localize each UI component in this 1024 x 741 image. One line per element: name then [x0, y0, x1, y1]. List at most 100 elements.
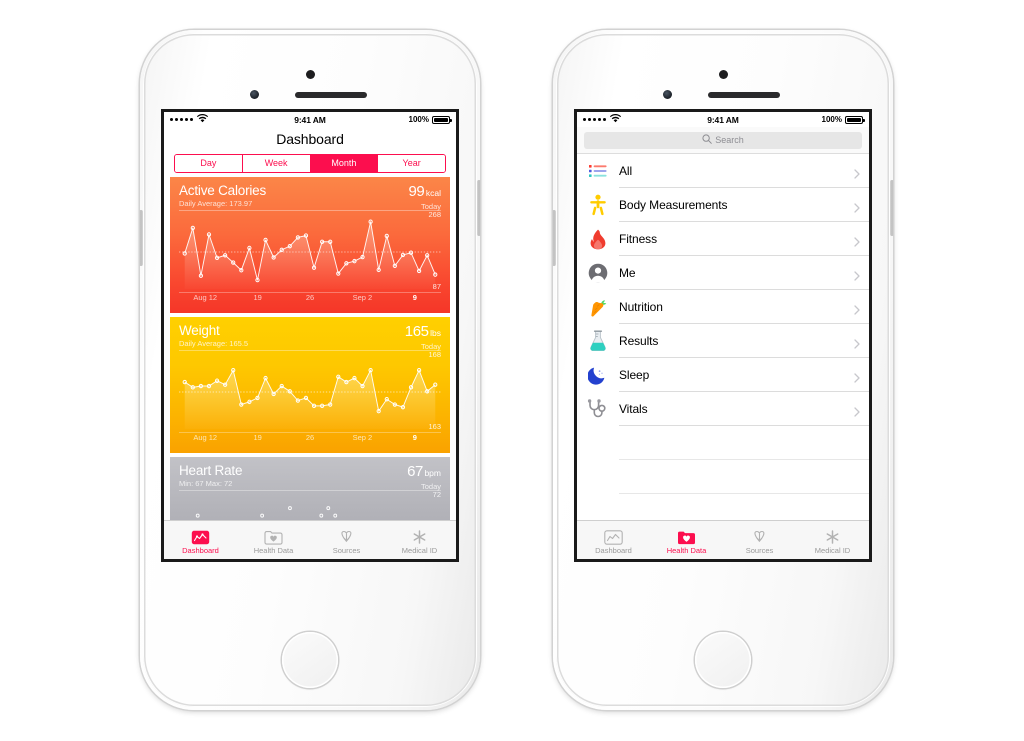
chart-y-min: 87: [432, 282, 441, 291]
chart-y-max: 268: [428, 210, 441, 219]
list-item-empty: [577, 494, 869, 520]
power-button-left[interactable]: [477, 180, 481, 236]
tab-label: Health Data: [253, 545, 294, 555]
proximity-sensor-icon: [250, 90, 259, 99]
status-bar-left: 9:41 AM 100%: [164, 112, 456, 127]
calories-line-svg: [179, 219, 441, 289]
tab-label: Medical ID: [814, 545, 851, 555]
status-bar-right: 9:41 AM 100%: [577, 112, 869, 127]
chart-weight: 168 163: [179, 350, 441, 433]
tab-label: Dashboard: [595, 545, 632, 555]
list-item-results[interactable]: Results: [577, 324, 869, 358]
chevron-right-icon: [854, 302, 860, 315]
flask-icon: [585, 328, 611, 354]
list-item-body-measurements[interactable]: Body Measurements: [577, 188, 869, 222]
earpiece-speaker-icon: [708, 92, 780, 98]
tab-medical-id[interactable]: Medical ID: [383, 521, 456, 559]
x-label: Aug 12: [193, 293, 218, 302]
list-item-sleep[interactable]: Sleep: [577, 358, 869, 392]
card-header-heart: Heart Rate Min: 67 Max: 72 67 bpm Today: [170, 457, 450, 491]
home-button-left[interactable]: [282, 632, 338, 688]
tab-dashboard[interactable]: Dashboard: [164, 521, 237, 559]
card-value: 67: [407, 463, 423, 480]
card-title: Heart Rate: [179, 463, 243, 478]
list-item-empty: [577, 460, 869, 494]
chart-y-max: 72: [432, 490, 441, 499]
list-item-label: Me: [619, 266, 636, 280]
card-value-block: 99 kcal Today: [408, 183, 441, 212]
chart-axis-line: [179, 292, 441, 293]
screen-health-data: 9:41 AM 100% Search All Body Measurement…: [577, 112, 869, 559]
download-heart-icon: [337, 526, 356, 545]
medical-star-icon: [823, 526, 842, 545]
x-label: 26: [305, 293, 315, 302]
list-item-nutrition[interactable]: Nutrition: [577, 290, 869, 324]
medical-star-icon: [410, 526, 429, 545]
card-active-calories[interactable]: Active Calories Daily Average: 173.97 99…: [170, 177, 450, 313]
tab-medical-id[interactable]: Medical ID: [796, 521, 869, 559]
x-label: 26: [305, 433, 315, 442]
power-button-right[interactable]: [890, 180, 894, 236]
list-item-fitness[interactable]: Fitness: [577, 222, 869, 256]
card-header-calories: Active Calories Daily Average: 173.97 99…: [170, 177, 450, 211]
segment-day[interactable]: Day: [175, 154, 243, 172]
chevron-right-icon: [854, 370, 860, 383]
search-input[interactable]: Search: [584, 131, 862, 149]
x-label: Sep 2: [352, 433, 373, 442]
battery-icon: [432, 115, 452, 124]
tab-bar-left[interactable]: Dashboard Health Data Sources Medical ID: [164, 520, 456, 559]
list-item-me[interactable]: Me: [577, 256, 869, 290]
x-label-today: 9: [412, 433, 417, 442]
home-button-right[interactable]: [695, 632, 751, 688]
x-label: Aug 12: [193, 433, 218, 442]
card-weight[interactable]: Weight Daily Average: 165.5 165 lbs Today…: [170, 317, 450, 453]
card-header-weight: Weight Daily Average: 165.5 165 lbs Today: [170, 317, 450, 351]
tab-dashboard[interactable]: Dashboard: [577, 521, 650, 559]
list-item-label: Sleep: [619, 368, 650, 382]
segment-month[interactable]: Month: [310, 154, 379, 172]
search-bar-container[interactable]: Search: [577, 127, 869, 154]
tab-label: Sources: [745, 545, 774, 555]
list-item-all[interactable]: All: [577, 154, 869, 188]
weight-line-svg: [179, 368, 441, 429]
front-camera-icon: [305, 70, 315, 79]
navigation-bar-left: Dashboard: [164, 127, 456, 151]
card-value: 165: [404, 323, 429, 340]
health-folder-icon: [264, 526, 283, 545]
chart-active-calories: 268 87: [179, 210, 441, 293]
tab-label: Medical ID: [401, 545, 438, 555]
download-heart-icon: [750, 526, 769, 545]
tab-health-data[interactable]: Health Data: [237, 521, 310, 559]
carrot-icon: [585, 294, 611, 320]
health-category-list[interactable]: All Body Measurements Fitness Me Nutriti…: [577, 154, 869, 520]
list-item-label: Fitness: [619, 232, 657, 246]
tab-sources[interactable]: Sources: [723, 521, 796, 559]
dashboard-chart-icon: [191, 526, 210, 545]
body-figure-icon: [585, 192, 611, 218]
chevron-right-icon: [854, 268, 860, 281]
list-item-vitals[interactable]: Vitals: [577, 392, 869, 426]
chart-y-min: 163: [428, 422, 441, 431]
volume-buttons-left[interactable]: [139, 210, 143, 266]
tab-sources[interactable]: Sources: [310, 521, 383, 559]
tab-label: Health Data: [666, 545, 707, 555]
card-subtitle: Daily Average: 173.97: [179, 199, 253, 208]
card-heart-rate[interactable]: Heart Rate Min: 67 Max: 72 67 bpm Today 7…: [170, 457, 450, 520]
chevron-right-icon: [854, 166, 860, 179]
page-title: Dashboard: [276, 131, 344, 147]
list-item-label: Body Measurements: [619, 198, 728, 212]
segment-week[interactable]: Week: [242, 154, 311, 172]
card-title: Weight: [179, 323, 220, 338]
volume-buttons-right[interactable]: [552, 210, 556, 266]
card-value-block: 67 bpm Today: [407, 463, 441, 492]
battery-icon: [845, 115, 865, 124]
period-segmented-control[interactable]: Day Week Month Year: [164, 151, 456, 175]
screen-dashboard: 9:41 AM 100% Dashboard Day Week Month Ye…: [164, 112, 456, 559]
tab-health-data[interactable]: Health Data: [650, 521, 723, 559]
chart-heart-rate: 72: [179, 490, 441, 520]
card-value: 99: [408, 183, 425, 200]
chevron-right-icon: [854, 404, 860, 417]
tab-bar-right[interactable]: Dashboard Health Data Sources Medical ID: [577, 520, 869, 559]
list-item-label: Results: [619, 334, 659, 348]
segment-year[interactable]: Year: [378, 154, 445, 172]
